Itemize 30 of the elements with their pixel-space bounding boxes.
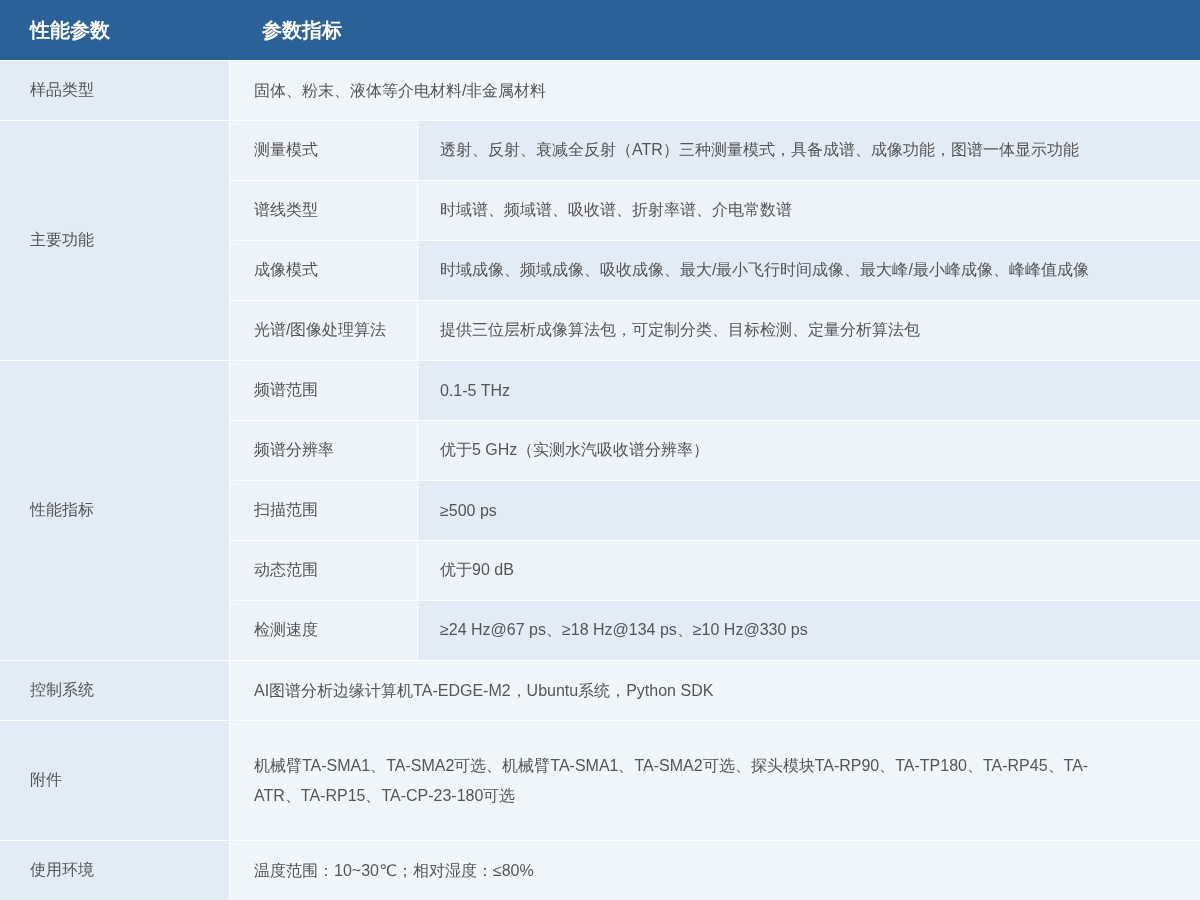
sub-label-cell: 频谱范围: [230, 361, 418, 420]
sub-label-cell: 频谱分辨率: [230, 421, 418, 480]
value-cell: 提供三位层析成像算法包，可定制分类、目标检测、定量分析算法包: [418, 301, 1200, 360]
column-header: 性能参数: [28, 17, 111, 43]
row-label-cell: 使用环境: [0, 841, 230, 900]
value-cell: 优于90 dB: [418, 541, 1200, 600]
value-cell: AI图谱分析边缘计算机TA-EDGE-M2，Ubuntu系统，Python SDK: [230, 661, 1200, 720]
row-label-cell: 附件: [0, 721, 230, 840]
row-label-cell: 主要功能: [0, 121, 230, 360]
value-cell: 时域成像、频域成像、吸收成像、最大/最小飞行时间成像、最大峰/最小峰成像、峰峰值成像: [418, 241, 1200, 300]
row-label-cell: 性能指标: [0, 361, 230, 660]
value-cell: 温度范围：10~30℃；相对湿度：≤80%: [230, 841, 1200, 900]
value-cell: ≥24 Hz@67 ps、≥18 Hz@134 ps、≥10 Hz@330 ps: [418, 601, 1200, 660]
row-label-cell: 控制系统: [0, 661, 230, 720]
value-cell: 机械臂TA-SMA1、TA-SMA2可选、机械臂TA-SMA1、TA-SMA2可选、探头模块TA-RP90、TA-TP180、TA-RP45、TA-ATR、TA-RP15、TA-CP-23-180可选: [230, 721, 1200, 840]
sub-label-cell: 成像模式: [230, 241, 418, 300]
value-cell: ≥500 ps: [418, 481, 1200, 540]
sub-label-cell: 谱线类型: [230, 181, 418, 240]
sub-label-cell: 光谱/图像处理算法: [230, 301, 418, 360]
column-header: 参数指标: [261, 17, 342, 43]
value-cell: 0.1-5 THz: [418, 361, 1200, 420]
value-cell: 透射、反射、衰减全反射（ATR）三种测量模式，具备成谱、成像功能，图谱一体显示功能: [418, 121, 1200, 180]
sub-label-cell: 动态范围: [230, 541, 418, 600]
sub-label-cell: 测量模式: [230, 121, 418, 180]
row-label-cell: 样品类型: [0, 61, 230, 120]
value-cell: 优于5 GHz（实测水汽吸收谱分辨率）: [418, 421, 1200, 480]
sub-label-cell: 检测速度: [230, 601, 418, 660]
sub-label-cell: 扫描范围: [230, 481, 418, 540]
value-cell: 固体、粉末、液体等介电材料/非金属材料: [230, 61, 1200, 120]
value-cell: 时域谱、频域谱、吸收谱、折射率谱、介电常数谱: [418, 181, 1200, 240]
